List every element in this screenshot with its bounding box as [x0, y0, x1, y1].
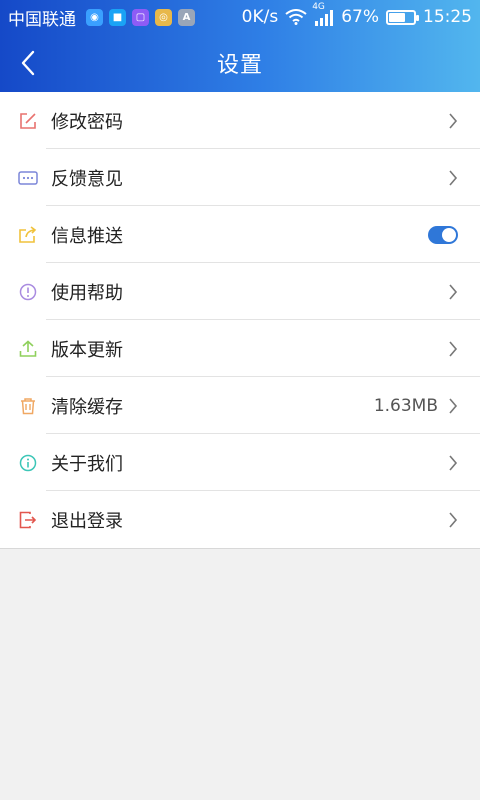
wifi-icon: [285, 9, 307, 25]
back-arrow-icon: [21, 50, 35, 76]
menu-item-right: 1.63MB: [374, 396, 458, 416]
menu-item-right: [428, 225, 458, 244]
battery-level-fill: [389, 12, 406, 22]
network-type: 4G: [312, 2, 325, 12]
chevron-right-icon: [449, 169, 458, 186]
push-notification-icon: [18, 225, 38, 245]
cache-size-value: 1.63MB: [373, 395, 438, 416]
status-left: 中国联通 ◉ ■ ▢ ◎ A: [8, 5, 195, 30]
push-toggle-switch[interactable]: [428, 225, 458, 244]
upload-update-icon: [18, 339, 38, 359]
battery-percent: 67%: [341, 7, 379, 27]
empty-background-area: [0, 550, 480, 800]
menu-item-right: [448, 454, 458, 471]
menu-item-right: [448, 169, 458, 186]
signal-group: 4G: [312, 2, 334, 26]
chevron-right-icon: [449, 112, 458, 129]
info-icon: [18, 453, 38, 473]
net-speed: 0K/s: [241, 7, 279, 27]
menu-item-right: [448, 283, 458, 300]
status-right: 0K/s 4G 67% 15:25: [241, 2, 472, 27]
back-button[interactable]: [8, 43, 48, 83]
menu-item-about-us[interactable]: 关于我们: [0, 434, 480, 491]
menu-item-feedback[interactable]: 反馈意见: [0, 149, 480, 206]
menu-item-right: [448, 511, 458, 528]
signal-bars-icon: [315, 10, 334, 26]
chevron-right-icon: [449, 340, 458, 357]
chevron-right-icon: [449, 397, 458, 414]
menu-item-label: 版本更新: [51, 339, 123, 361]
menu-item-logout[interactable]: 退出登录: [0, 491, 480, 548]
map-pin-app-icon: ◉: [86, 8, 103, 26]
edit-password-icon: [18, 111, 38, 131]
carrier-name: 中国联通: [8, 9, 76, 30]
menu-item-label: 使用帮助: [51, 282, 123, 304]
font-app-icon: A: [178, 8, 195, 26]
clock: 15:25: [423, 7, 472, 27]
status-bar: 中国联通 ◉ ■ ▢ ◎ A 0K/s 4G 67% 15:25: [0, 0, 480, 34]
title-bar: 设置: [0, 34, 480, 92]
menu-item-help[interactable]: 使用帮助: [0, 263, 480, 320]
menu-item-push-notifications[interactable]: 信息推送: [0, 206, 480, 263]
feedback-icon: [18, 168, 38, 188]
chevron-right-icon: [449, 454, 458, 471]
menu-item-label: 信息推送: [51, 225, 123, 247]
battery-icon: [386, 9, 419, 25]
menu-item-right: [448, 112, 458, 129]
menu-item-label: 清除缓存: [51, 396, 123, 418]
gallery-app-icon: ▢: [132, 8, 149, 26]
settings-menu: 修改密码 反馈意见 信息推送 使用帮助 版本更新 清除缓存 1.63MB 关于我…: [0, 92, 480, 549]
trash-icon: [18, 396, 38, 416]
menu-item-label: 关于我们: [51, 453, 123, 475]
logout-icon: [18, 510, 38, 530]
menu-item-version-update[interactable]: 版本更新: [0, 320, 480, 377]
help-icon: [18, 282, 38, 302]
chevron-right-icon: [449, 511, 458, 528]
menu-item-label: 反馈意见: [51, 168, 123, 190]
menu-item-label: 退出登录: [51, 510, 123, 532]
toggle-knob: [442, 227, 456, 242]
menu-item-change-password[interactable]: 修改密码: [0, 92, 480, 149]
menu-item-right: [448, 340, 458, 357]
chevron-right-icon: [449, 283, 458, 300]
menu-item-clear-cache[interactable]: 清除缓存 1.63MB: [0, 377, 480, 434]
weibo-app-icon: ◎: [155, 8, 172, 26]
chat-app-icon: ■: [109, 8, 126, 26]
menu-item-label: 修改密码: [51, 111, 123, 133]
page-title: 设置: [216, 53, 263, 78]
header: 中国联通 ◉ ■ ▢ ◎ A 0K/s 4G 67% 15:25 设置: [0, 0, 480, 92]
